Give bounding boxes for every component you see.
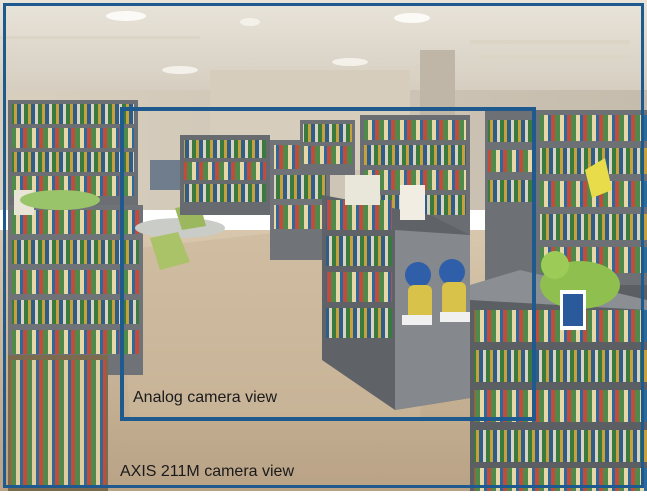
library-photo [0, 0, 647, 491]
analog-camera-view-label: Analog camera view [133, 389, 278, 406]
axis-camera-view-label: AXIS 211M camera view [120, 463, 294, 480]
